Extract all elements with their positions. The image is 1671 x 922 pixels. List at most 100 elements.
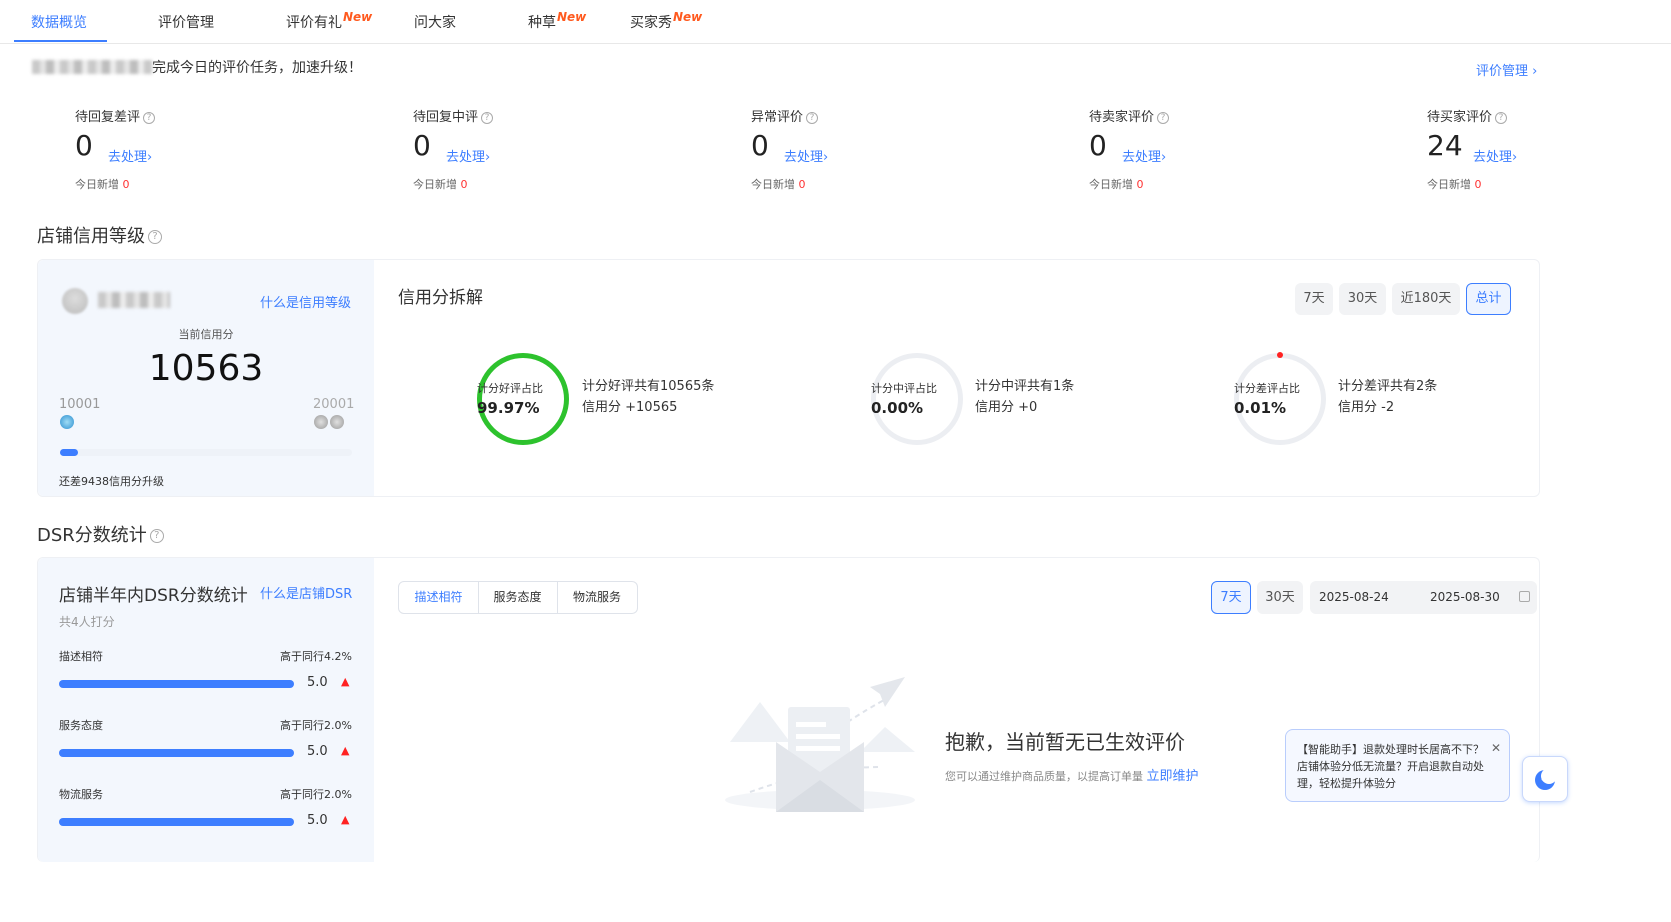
close-icon[interactable]: ✕ xyxy=(1491,740,1501,757)
task-banner: 完成今日的评价任务，加速升级！ xyxy=(32,58,362,76)
today-label: 今日新增 xyxy=(413,178,457,191)
today-label: 今日新增 xyxy=(75,178,119,191)
upgrade-text: 还差9438信用分升级 xyxy=(59,475,164,488)
go-handle-link[interactable]: 去处理› xyxy=(446,146,490,165)
what-is-dsr-link[interactable]: 什么是店铺DSR xyxy=(260,583,352,602)
new-badge: New xyxy=(673,10,703,24)
dsr-item-row: 物流服务 高于同行2.0% 5.0 ▲ xyxy=(59,786,352,836)
dsr-item-compare: 高于同行4.2% xyxy=(280,650,352,663)
today-label: 今日新增 xyxy=(1089,178,1133,191)
mid-ratio-detail: 计分中评共有1条 信用分 +0 xyxy=(975,376,1074,418)
tab-label: 种草 xyxy=(528,15,556,31)
dsr-item-score: 5.0 xyxy=(307,675,328,690)
breakdown-title: 信用分拆解 xyxy=(398,288,483,308)
dsr-item-row: 描述相符 高于同行4.2% 5.0 ▲ xyxy=(59,648,352,698)
empty-desc: 您可以通过维护商品质量，以提高订单量 xyxy=(945,770,1143,783)
go-handle-link[interactable]: 去处理› xyxy=(784,146,828,165)
what-is-credit-link[interactable]: 什么是信用等级 xyxy=(260,292,351,311)
today-value: 0 xyxy=(1136,178,1144,191)
date-range-picker[interactable]: 2025-08-24 2025-08-30 xyxy=(1310,581,1537,614)
review-manage-link[interactable]: 评价管理 › xyxy=(1476,60,1537,79)
credit-progress-fill xyxy=(60,449,78,456)
assistant-tip[interactable]: 【智能助手】退款处理时长居高不下？店铺体验分低无流量？开启退款自动处理，轻松提升… xyxy=(1285,729,1510,802)
help-icon[interactable]: ? xyxy=(806,111,819,124)
tab-buyer-show[interactable]: 买家秀New xyxy=(630,10,703,32)
up-arrow-icon: ▲ xyxy=(341,744,350,757)
help-icon[interactable]: ? xyxy=(143,111,156,124)
go-handle-link[interactable]: 去处理› xyxy=(108,146,152,165)
calendar-icon xyxy=(1519,591,1530,602)
tab-ask-all[interactable]: 问大家 xyxy=(414,12,456,32)
top-tabs: 数据概览 评价管理 评价有礼New 问大家 种草New 买家秀New xyxy=(0,0,1671,44)
metric-buyer-pending: 待买家评价? 24 去处理› 今日新增 0 xyxy=(1427,106,1627,191)
go-handle-link[interactable]: 去处理› xyxy=(1473,146,1517,165)
today-value: 0 xyxy=(798,178,806,191)
metric-value: 24 xyxy=(1427,129,1463,162)
current-credit-label: 当前信用分 xyxy=(178,328,234,341)
next-level-medal-icon xyxy=(330,415,344,429)
tab-label: 问大家 xyxy=(414,15,456,31)
help-icon[interactable]: ? xyxy=(1495,111,1508,124)
good-ratio-ring: 计分好评占比 99.97% xyxy=(477,353,569,445)
dsr-item-score: 5.0 xyxy=(307,813,328,828)
help-icon[interactable]: ? xyxy=(1157,111,1170,124)
period-total-button[interactable]: 总计 xyxy=(1466,283,1511,315)
metric-seller-pending: 待卖家评价? 0 去处理› 今日新增 0 xyxy=(1089,106,1289,191)
up-arrow-icon: ▲ xyxy=(341,675,350,688)
help-icon[interactable]: ? xyxy=(149,529,164,543)
tab-overview[interactable]: 数据概览 xyxy=(31,12,87,32)
ring-marker xyxy=(1277,352,1283,358)
today-label: 今日新增 xyxy=(751,178,795,191)
dsr-item-compare: 高于同行2.0% xyxy=(280,719,352,732)
dsr-tab-service[interactable]: 服务态度 xyxy=(478,581,558,614)
tab-review-manage[interactable]: 评价管理 xyxy=(158,12,214,32)
period-30d-button[interactable]: 30天 xyxy=(1339,283,1386,315)
dsr-bar-fill xyxy=(59,680,294,688)
help-icon[interactable]: ? xyxy=(481,111,494,124)
maintain-now-link[interactable]: 立即维护 xyxy=(1147,769,1199,784)
ring-detail-count: 计分中评共有1条 xyxy=(975,379,1075,394)
dsr-tab-description[interactable]: 描述相符 xyxy=(398,581,479,614)
help-icon[interactable]: ? xyxy=(148,230,162,244)
credit-progress-track xyxy=(60,449,352,456)
period-180d-button[interactable]: 近180天 xyxy=(1392,283,1460,315)
dsr-item-name: 描述相符 xyxy=(59,650,103,663)
ring-percent: 0.01% xyxy=(1234,399,1287,417)
date-end: 2025-08-30 xyxy=(1430,590,1500,604)
dsr-bar-track xyxy=(59,818,294,826)
assistant-icon xyxy=(1535,768,1557,790)
dsr-item-compare: 高于同行2.0% xyxy=(280,788,352,801)
today-value: 0 xyxy=(460,178,468,191)
next-level-medal-icon xyxy=(314,415,328,429)
dsr-tab-logistics[interactable]: 物流服务 xyxy=(557,581,638,614)
blurred-shop-name xyxy=(98,292,170,308)
dsr-period-30d-button[interactable]: 30天 xyxy=(1257,581,1303,614)
today-value: 0 xyxy=(1474,178,1482,191)
credit-score: 10563 xyxy=(148,348,264,389)
assistant-launcher-button[interactable] xyxy=(1522,756,1568,802)
ring-percent: 0.00% xyxy=(871,399,924,417)
dsr-period-7d-button[interactable]: 7天 xyxy=(1211,581,1251,614)
metric-value: 0 xyxy=(75,129,93,162)
metric-label: 异常评价 xyxy=(751,110,804,125)
period-7d-button[interactable]: 7天 xyxy=(1295,283,1333,315)
credit-section-title: 店铺信用等级? xyxy=(37,222,162,248)
blurred-shop-name xyxy=(32,60,152,74)
ring-label: 计分差评占比 xyxy=(1234,382,1300,395)
tab-label: 评价管理 xyxy=(158,15,214,31)
dsr-bar-track xyxy=(59,749,294,757)
new-badge: New xyxy=(343,10,373,24)
go-handle-link[interactable]: 去处理› xyxy=(1122,146,1166,165)
empty-mail-illustration xyxy=(725,677,915,812)
good-ratio-detail: 计分好评共有10565条 信用分 +10565 xyxy=(582,376,714,418)
tab-review-gift[interactable]: 评价有礼New xyxy=(286,10,373,32)
metric-value: 0 xyxy=(1089,129,1107,162)
dsr-item-score: 5.0 xyxy=(307,744,328,759)
section-title-text: DSR分数统计 xyxy=(37,525,147,546)
avatar xyxy=(62,288,88,314)
tab-seeding[interactable]: 种草New xyxy=(528,10,586,32)
dsr-item-row: 服务态度 高于同行2.0% 5.0 ▲ xyxy=(59,717,352,767)
up-arrow-icon: ▲ xyxy=(341,813,350,826)
ring-detail-score: 信用分 +0 xyxy=(975,400,1038,415)
dsr-bar-fill xyxy=(59,749,294,757)
